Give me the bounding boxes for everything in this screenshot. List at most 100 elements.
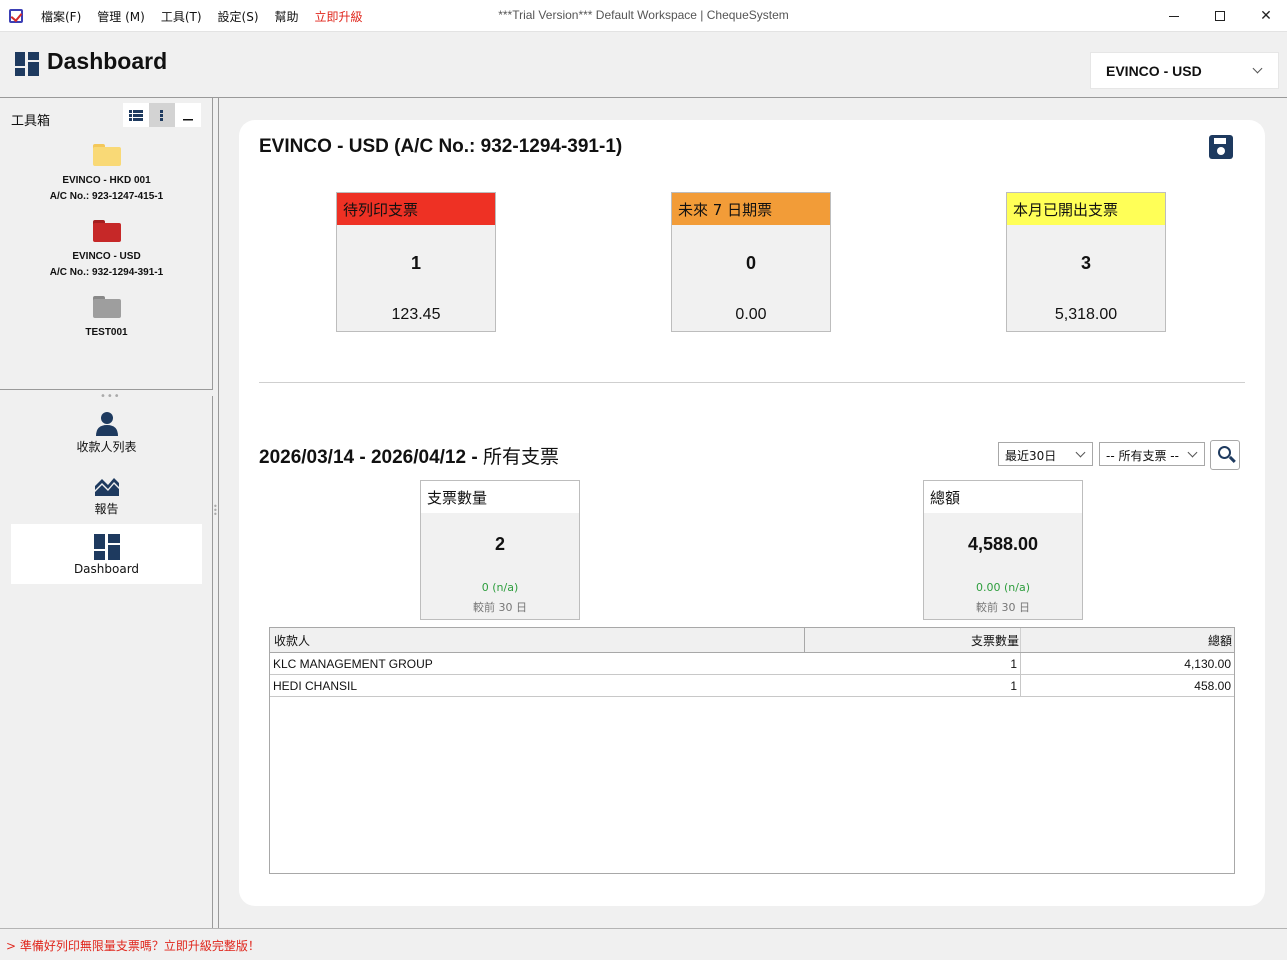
toolbox-title: 工具箱: [11, 114, 51, 129]
status-bar: > 準備好列印無限量支票嗎？立即升級完整版！: [0, 928, 1287, 960]
vertical-splitter-grip[interactable]: • • •: [213, 503, 218, 519]
save-icon[interactable]: [1209, 135, 1233, 159]
account-item-test001[interactable]: TEST001: [0, 296, 213, 341]
cell-payee: KLC MANAGEMENT GROUP: [273, 657, 433, 671]
summary-change: 0 (n/a): [481, 581, 519, 594]
nav-item-label: 收款人列表: [76, 440, 137, 454]
nav-item-dashboard[interactable]: Dashboard: [11, 524, 202, 584]
stat-amount: 5,318.00: [1054, 306, 1118, 323]
stat-amount: 123.45: [391, 306, 441, 323]
menu-manage[interactable]: 管理 (M): [97, 8, 145, 25]
nav-item-reports[interactable]: 報告: [11, 462, 202, 522]
stat-next-7-days: 未來 7 日期票 0 0.00: [671, 192, 831, 332]
section-divider: [259, 382, 1245, 383]
account-dropdown[interactable]: EVINCO - USD: [1090, 52, 1279, 89]
maximize-icon: [1215, 11, 1225, 21]
payee-table: 收款人 支票數量 總額 KLC MANAGEMENT GROUP 1 4,130…: [269, 627, 1235, 874]
close-button[interactable]: ✕: [1243, 0, 1287, 32]
nav-item-payees[interactable]: 收款人列表: [11, 400, 202, 460]
person-icon: [94, 410, 120, 436]
stat-pending-print: 待列印支票 1 123.45: [336, 192, 496, 332]
folder-icon: [92, 220, 121, 242]
table-header: 收款人 支票數量 總額: [270, 628, 1234, 653]
cell-count: 1: [1010, 657, 1017, 671]
account-item-usd[interactable]: EVINCO - USD A/C No.: 932-1294-391-1: [0, 220, 213, 281]
account-number: A/C No.: 923-1247-415-1: [49, 191, 164, 202]
cell-total: 4,130.00: [1184, 657, 1231, 671]
nav-item-label: 報告: [94, 502, 119, 516]
chevron-down-icon: [1187, 447, 1198, 458]
menu-help[interactable]: 幫助: [275, 8, 299, 25]
summary-compare: 較前 30 日: [473, 601, 527, 614]
title-bar: 檔案(F) 管理 (M) 工具(T) 設定(S) 幫助 立即升級 ***Tria…: [0, 0, 1287, 32]
menu-bar: 檔案(F) 管理 (M) 工具(T) 設定(S) 幫助 立即升級: [33, 0, 371, 32]
period-heading: 2026/03/14 - 2026/04/12 - 所有支票: [259, 442, 559, 469]
table-row[interactable]: KLC MANAGEMENT GROUP 1 4,130.00: [270, 653, 1234, 675]
period-range: 2026/03/14 - 2026/04/12 -: [259, 447, 483, 468]
account-name: TEST001: [85, 327, 128, 338]
cell-count: 1: [1010, 679, 1017, 693]
summary-compare: 較前 30 日: [976, 601, 1030, 614]
range-dropdown[interactable]: 最近30日: [998, 442, 1093, 466]
side-nav: 收款人列表 報告 Dashboard: [0, 396, 213, 928]
account-dropdown-value: EVINCO - USD: [1106, 63, 1202, 79]
page-header: Dashboard EVINCO - USD: [0, 32, 1287, 98]
stat-issued-this-month: 本月已開出支票 3 5,318.00: [1006, 192, 1166, 332]
chevron-down-icon: [1075, 447, 1086, 458]
account-heading: EVINCO - USD (A/C No.: 932-1294-391-1): [259, 136, 623, 157]
list-view-button[interactable]: [123, 103, 149, 127]
dashboard-icon: [93, 534, 120, 560]
folder-icon: [92, 144, 121, 166]
stat-header: 未來 7 日期票: [672, 193, 830, 225]
stat-count: 3: [1080, 253, 1091, 273]
cheque-type-dropdown-value: -- 所有支票 --: [1106, 449, 1179, 463]
chevron-down-icon: [1252, 63, 1263, 74]
period-type: 所有支票: [482, 447, 559, 468]
account-number: A/C No.: 932-1294-391-1: [49, 267, 164, 278]
summary-cheque-count: 支票數量 2 0 (n/a) 較前 30 日: [420, 480, 580, 620]
account-name: EVINCO - HKD 001: [62, 175, 151, 186]
range-dropdown-value: 最近30日: [1005, 449, 1057, 463]
stat-count: 0: [745, 253, 756, 273]
page-title: Dashboard: [47, 48, 168, 74]
minimize-icon: [183, 119, 193, 121]
app-logo-icon: [9, 9, 23, 23]
menu-upgrade[interactable]: 立即升級: [315, 8, 363, 25]
close-icon: ✕: [1260, 8, 1272, 24]
cell-payee: HEDI CHANSIL: [273, 679, 358, 693]
panel-divider: [218, 98, 219, 928]
menu-tools[interactable]: 工具(T): [161, 8, 202, 25]
summary-change: 0.00 (n/a): [976, 581, 1030, 594]
stat-header: 本月已開出支票: [1007, 193, 1165, 225]
menu-file[interactable]: 檔案(F): [41, 8, 81, 25]
summary-header: 總額: [924, 481, 1082, 513]
summary-header: 支票數量: [421, 481, 579, 513]
search-button[interactable]: [1210, 440, 1240, 470]
minimize-icon: [1169, 15, 1179, 17]
column-header-total[interactable]: 總額: [1021, 628, 1234, 652]
summary-total: 4,588.00: [967, 534, 1039, 554]
folder-icon: [92, 296, 121, 318]
table-row[interactable]: HEDI CHANSIL 1 458.00: [270, 675, 1234, 697]
dashboard-icon: [15, 52, 39, 76]
summary-count: 2: [494, 534, 505, 554]
toolbox-minimize-button[interactable]: [175, 103, 201, 127]
dashboard-card: EVINCO - USD (A/C No.: 932-1294-391-1) 待…: [239, 120, 1265, 906]
minimize-button[interactable]: [1151, 0, 1197, 32]
column-header-payee[interactable]: 收款人: [270, 628, 805, 652]
account-name: EVINCO - USD: [72, 251, 141, 262]
more-vertical-icon: [160, 109, 163, 121]
list-icon: [129, 109, 143, 121]
cheque-type-dropdown[interactable]: -- 所有支票 --: [1099, 442, 1205, 466]
summary-total-amount: 總額 4,588.00 0.00 (n/a) 較前 30 日: [923, 480, 1083, 620]
icon-view-button[interactable]: [149, 103, 175, 127]
column-header-count[interactable]: 支票數量: [805, 628, 1021, 652]
cell-total: 458.00: [1194, 679, 1231, 693]
stat-header: 待列印支票: [337, 193, 495, 225]
toolbox-panel: 工具箱 EVINCO - HKD 001 A/C No.: 923-1247-4…: [0, 98, 213, 390]
maximize-button[interactable]: [1197, 0, 1243, 32]
chart-icon: [94, 472, 120, 498]
menu-settings[interactable]: 設定(S): [218, 8, 259, 25]
upgrade-message[interactable]: > 準備好列印無限量支票嗎？立即升級完整版！: [6, 937, 260, 954]
account-item-hkd[interactable]: EVINCO - HKD 001 A/C No.: 923-1247-415-1: [0, 144, 213, 205]
